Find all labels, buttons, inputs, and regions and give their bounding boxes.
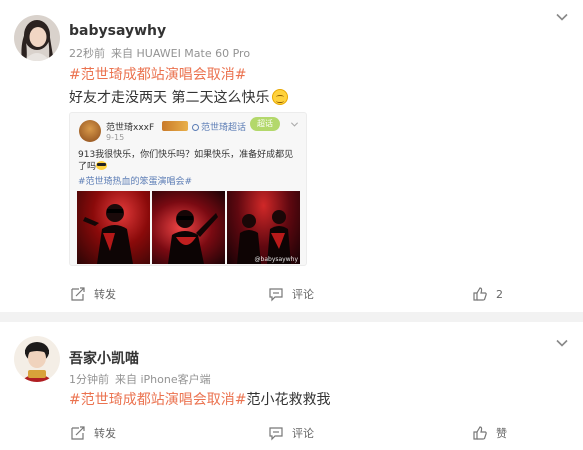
weibo-post: 吾家小凯喵 1分钟前 来自 iPhone客户端 #范世琦成都站演唱会取消#范小花救… bbox=[0, 322, 583, 450]
forward-button[interactable]: 转发 bbox=[70, 424, 116, 442]
chevron-down-icon[interactable] bbox=[555, 336, 569, 350]
super-topic-icon bbox=[192, 124, 199, 131]
forward-label: 转发 bbox=[94, 288, 116, 301]
repost-avatar[interactable] bbox=[79, 120, 101, 142]
super-topic-label: 范世琦超话 bbox=[201, 123, 247, 133]
avatar[interactable] bbox=[14, 336, 60, 382]
post-actions: 转发 评论 2 bbox=[0, 285, 583, 303]
repost-text-body: 913我很快乐，你们快乐吗？如果快乐，准备好成都见了吗 bbox=[78, 150, 294, 172]
post-meta: 22秒前 来自 HUAWEI Mate 60 Pro bbox=[69, 45, 256, 61]
post-text: 好友才走没两天 第二天这么快乐 bbox=[69, 90, 270, 106]
forward-button[interactable]: 转发 bbox=[70, 285, 116, 303]
hashtag-line: #范世琦成都站演唱会取消# bbox=[69, 64, 246, 84]
post-meta: 1分钟前 来自 iPhone客户端 bbox=[69, 371, 217, 387]
repost-card[interactable]: 范世琦xxxF 范世琦超话 9-15 超话 913我很快乐，你们快乐吗？如果快乐… bbox=[69, 112, 307, 266]
hashtag-link[interactable]: #范世琦成都站演唱会取消# bbox=[69, 67, 246, 83]
like-button[interactable]: 赞 bbox=[472, 424, 507, 442]
repost-author[interactable]: 范世琦xxxF bbox=[106, 120, 154, 133]
like-label: 赞 bbox=[496, 427, 507, 440]
post-text: 范小花救救我 bbox=[246, 392, 331, 408]
like-button[interactable]: 2 bbox=[472, 285, 503, 303]
comment-button[interactable]: 评论 bbox=[268, 285, 314, 303]
comment-label: 评论 bbox=[292, 288, 314, 301]
forward-label: 转发 bbox=[94, 427, 116, 440]
thumbs-up-icon bbox=[473, 426, 487, 440]
forward-icon bbox=[71, 426, 85, 440]
post-content: 好友才走没两天 第二天这么快乐 bbox=[69, 87, 289, 107]
hashtag-line: #范世琦成都站演唱会取消#范小花救救我 bbox=[69, 389, 330, 409]
concert-photo[interactable] bbox=[152, 191, 225, 264]
concert-photo[interactable] bbox=[77, 191, 150, 264]
chevron-down-icon[interactable] bbox=[555, 10, 569, 24]
comment-icon bbox=[269, 427, 283, 441]
like-count: 2 bbox=[496, 287, 503, 301]
post-separator bbox=[0, 312, 583, 322]
chevron-down-icon[interactable] bbox=[290, 120, 299, 129]
post-source: 来自 iPhone客户端 bbox=[115, 373, 211, 386]
comment-icon bbox=[269, 288, 283, 302]
repost-text: 913我很快乐，你们快乐吗？如果快乐，准备好成都见了吗 bbox=[78, 149, 300, 173]
post-time: 22秒前 bbox=[69, 47, 105, 60]
smile-emoji-icon bbox=[272, 89, 289, 105]
post-source: 来自 HUAWEI Mate 60 Pro bbox=[111, 47, 251, 60]
level-badge-icon bbox=[162, 121, 188, 131]
hashtag-link[interactable]: #范世琦成都站演唱会取消# bbox=[69, 392, 246, 408]
username[interactable]: babysaywhy bbox=[69, 23, 166, 39]
repost-date: 9-15 bbox=[106, 133, 125, 142]
post-actions: 转发 评论 赞 bbox=[0, 424, 583, 442]
thumbs-up-icon bbox=[473, 287, 487, 301]
comment-button[interactable]: 评论 bbox=[268, 424, 314, 442]
comment-label: 评论 bbox=[292, 427, 314, 440]
username[interactable]: 吾家小凯喵 bbox=[69, 348, 139, 368]
weibo-post: babysaywhy 22秒前 来自 HUAWEI Mate 60 Pro #范世… bbox=[0, 0, 583, 312]
super-topic-link[interactable]: 范世琦超话 bbox=[192, 120, 246, 133]
post-time: 1分钟前 bbox=[69, 373, 109, 386]
sunglasses-emoji-icon bbox=[96, 161, 108, 170]
forward-icon bbox=[71, 287, 85, 301]
repost-hashtag[interactable]: #范世琦热血的笨蛋演唱会# bbox=[78, 174, 192, 187]
avatar[interactable] bbox=[14, 15, 60, 61]
concert-photo[interactable]: @babysaywhy bbox=[227, 191, 300, 264]
super-topic-tag: 超话 bbox=[250, 117, 280, 131]
photo-watermark: @babysaywhy bbox=[254, 256, 298, 263]
